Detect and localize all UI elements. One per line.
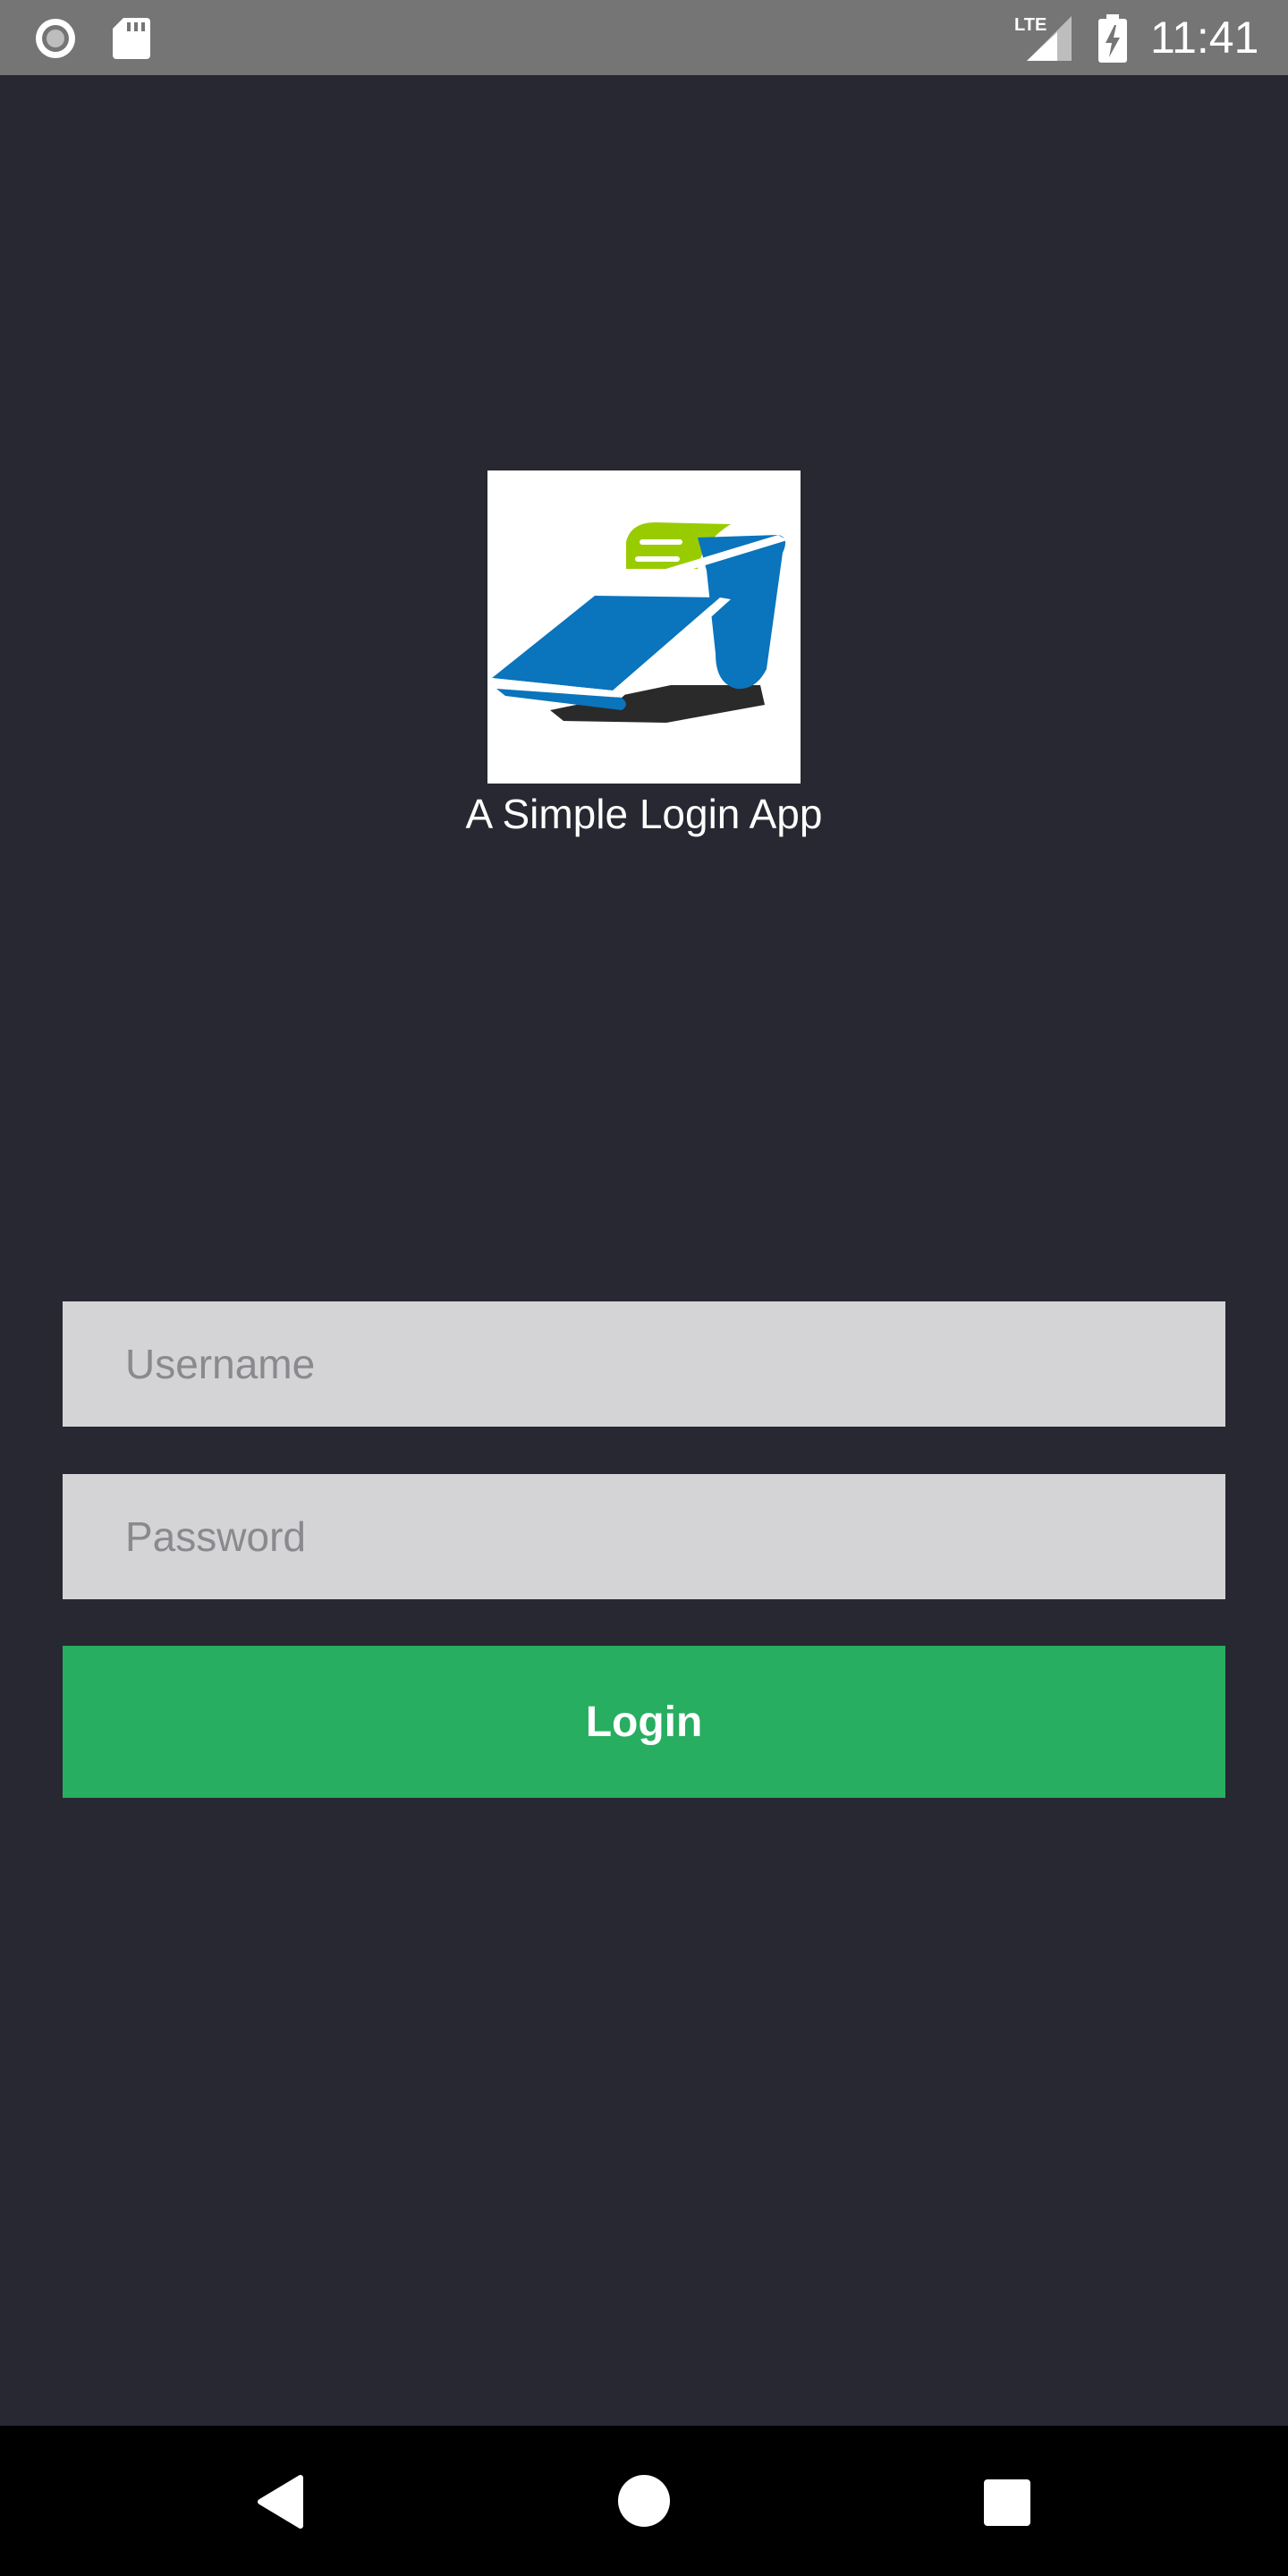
username-input[interactable] xyxy=(63,1301,1225,1427)
receipt-printer-logo xyxy=(492,522,787,723)
app-logo xyxy=(487,470,801,784)
home-button[interactable] xyxy=(537,2426,751,2576)
status-time: 11:41 xyxy=(1150,13,1259,63)
recents-icon xyxy=(984,2479,1030,2526)
login-button[interactable]: Login xyxy=(63,1646,1225,1798)
sdcard-icon xyxy=(111,16,152,61)
record-icon xyxy=(33,16,78,61)
lte-signal-icon: LTE xyxy=(1013,13,1073,63)
network-label: LTE xyxy=(1014,15,1046,35)
recents-button[interactable] xyxy=(898,2426,1113,2576)
back-icon xyxy=(258,2475,303,2529)
battery-charging-icon xyxy=(1097,13,1129,64)
status-bar: LTE 11:41 xyxy=(0,0,1288,75)
app-title: A Simple Login App xyxy=(465,791,823,837)
password-input[interactable] xyxy=(63,1474,1225,1599)
navigation-bar xyxy=(0,2426,1288,2576)
home-icon xyxy=(618,2475,670,2527)
back-button[interactable] xyxy=(175,2426,390,2576)
